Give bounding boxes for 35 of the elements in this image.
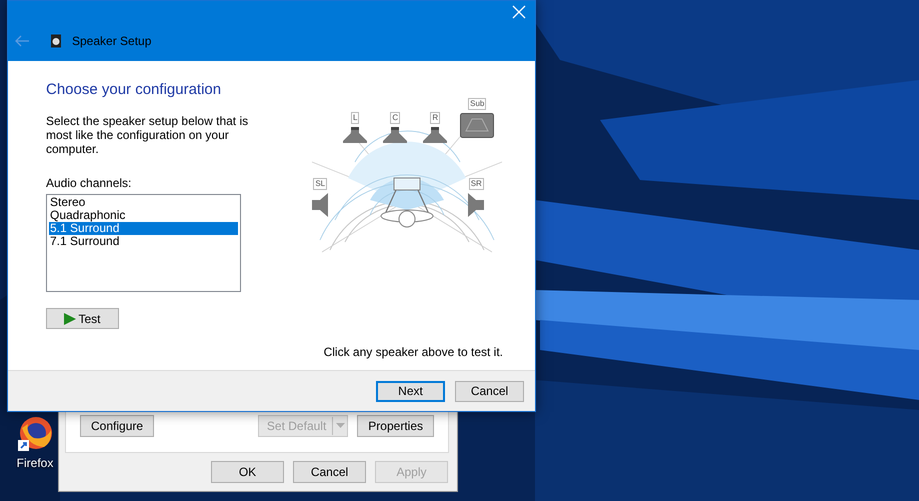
browser-fox-icon[interactable] <box>18 416 52 452</box>
close-icon <box>512 5 526 19</box>
speaker-button[interactable]: R <box>422 112 448 143</box>
list-item[interactable]: 7.1 Surround <box>49 235 238 248</box>
cancel-button[interactable]: Cancel <box>455 380 524 402</box>
speaker-icon <box>312 193 328 217</box>
instruction-text: Select the speaker setup below that is most like the configuration on your computer. <box>46 114 250 156</box>
speaker-button[interactable]: SL <box>312 178 328 217</box>
speaker-icon <box>422 127 448 143</box>
speaker-button[interactable]: L <box>342 112 368 143</box>
list-item[interactable]: Stereo <box>49 196 238 209</box>
hint-text: Click any speaker above to test it. <box>324 345 503 359</box>
page-heading: Choose your configuration <box>46 81 222 98</box>
speaker-button[interactable]: Sub <box>460 98 494 138</box>
speaker-icon <box>468 193 484 217</box>
speaker-button[interactable]: C <box>382 112 408 143</box>
panel-button[interactable]: Properties <box>357 414 434 436</box>
channel-list[interactable]: Stereo Quadraphonic 5.1 Surround 7.1 Surround <box>46 194 241 292</box>
panel-button[interactable]: Configure <box>80 414 154 436</box>
window-title: Speaker Setup <box>72 34 152 48</box>
test-button[interactable]: Test <box>46 308 119 329</box>
list-item[interactable]: 5.1 Surround <box>49 222 238 235</box>
speaker-button[interactable]: SR <box>468 178 484 217</box>
speaker-icon <box>342 127 368 143</box>
subwoofer-icon <box>460 113 494 138</box>
play-icon <box>64 312 76 324</box>
caret-icon <box>336 423 345 428</box>
list-label: Audio channels: <box>46 176 132 190</box>
list-item[interactable]: Quadraphonic <box>49 209 238 222</box>
dialog-button[interactable]: OK <box>211 461 284 483</box>
next-button[interactable]: Next <box>376 380 445 402</box>
speaker-box-icon <box>50 34 62 48</box>
dialog-button[interactable]: Cancel <box>293 461 366 483</box>
desktop-icon-label[interactable]: Firefox <box>16 456 54 470</box>
speaker-icon <box>382 127 408 143</box>
